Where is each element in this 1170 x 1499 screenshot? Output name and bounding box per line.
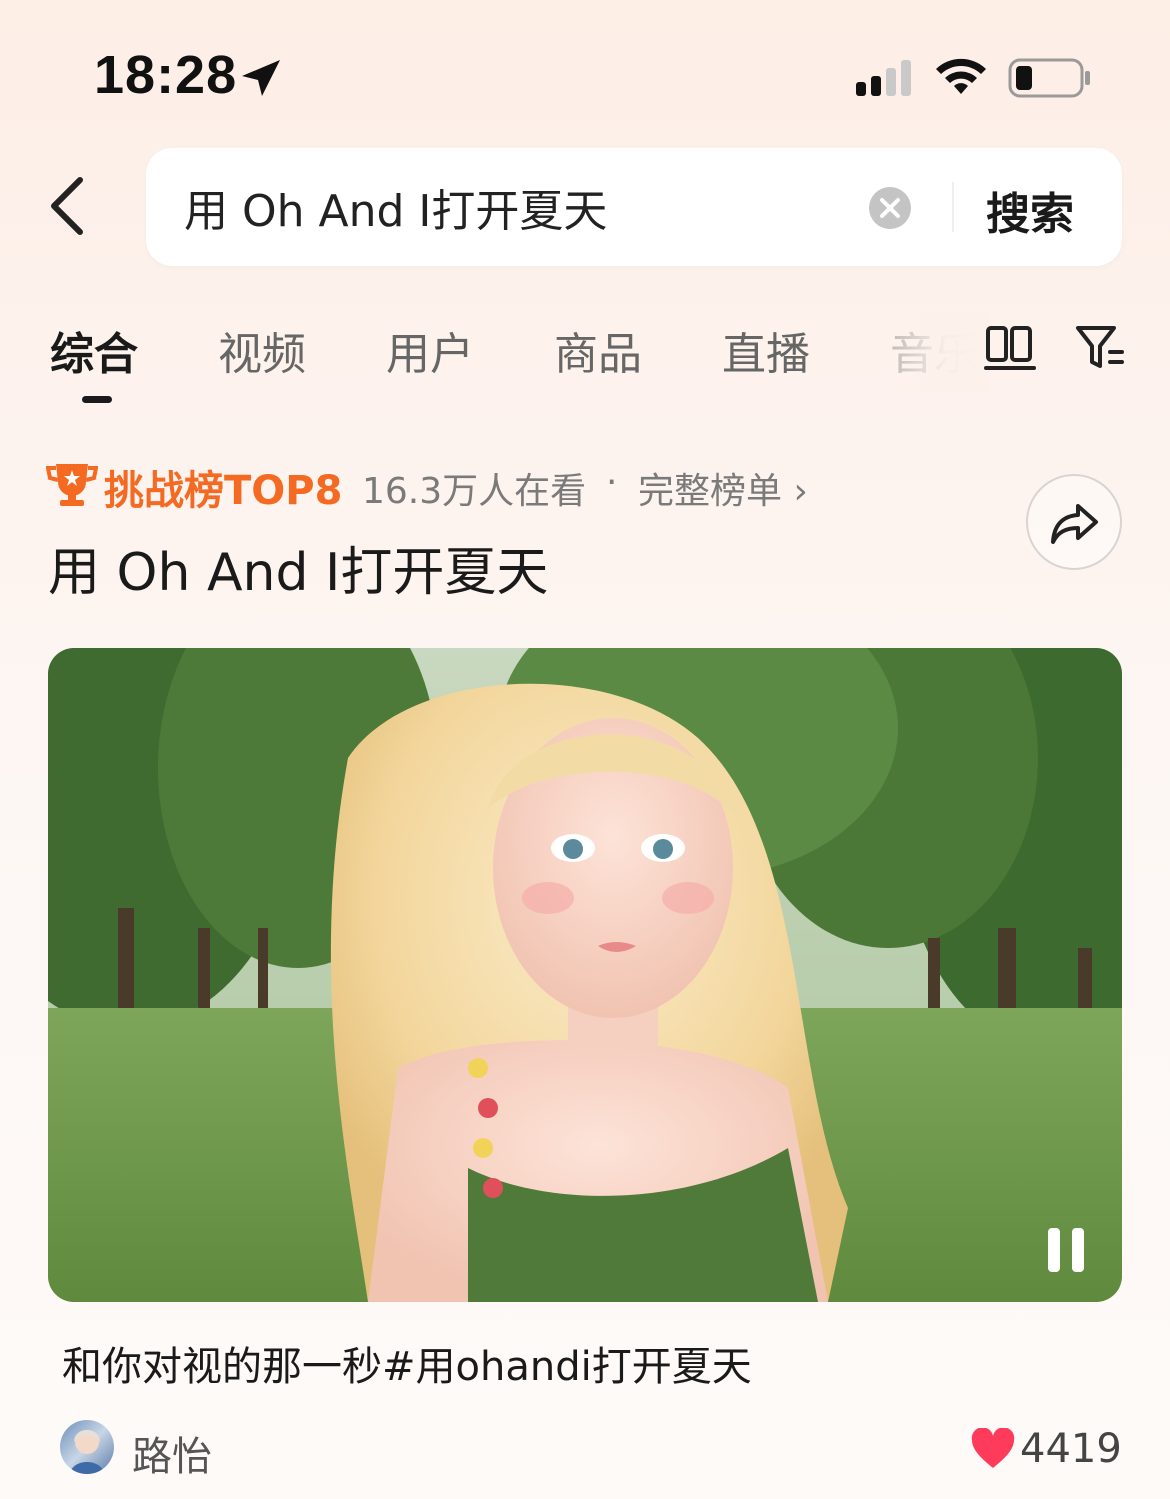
full-list-link[interactable]: 完整榜单 › [638, 462, 808, 514]
status-bar: 18:28 [0, 0, 1170, 150]
share-arrow-icon [1051, 504, 1098, 544]
tab-live[interactable]: 直播 [722, 318, 810, 382]
challenge-rank-badge[interactable]: 挑战榜TOP8 [104, 458, 342, 516]
video-caption[interactable]: 和你对视的那一秒#用ohandi打开夏天 [62, 1334, 752, 1392]
tab-fade-overlay [880, 312, 990, 392]
tab-users[interactable]: 用户 [386, 318, 474, 382]
share-button[interactable] [1026, 474, 1122, 570]
search-button[interactable]: 搜索 [986, 178, 1074, 242]
heart-icon[interactable] [970, 1428, 1016, 1470]
viewer-count: 16.3万人在看 [362, 471, 587, 512]
status-time: 18:28 [94, 45, 238, 105]
author-name[interactable]: 路怡 [132, 1424, 212, 1482]
tab-comprehensive[interactable]: 综合 [50, 318, 138, 382]
clear-icon[interactable] [868, 186, 912, 230]
filter-icon[interactable] [1074, 322, 1126, 374]
wifi-icon [936, 58, 986, 94]
tab-bar: 综合 视频 用户 商品 直播 音乐 [0, 312, 1170, 412]
back-button[interactable] [40, 170, 96, 242]
author-avatar[interactable] [60, 1420, 114, 1474]
like-count: 4419 [1020, 1426, 1122, 1472]
search-box[interactable]: 搜索 [146, 148, 1122, 266]
video-frame-image [48, 648, 1122, 1302]
search-input[interactable] [184, 174, 864, 240]
tab-products[interactable]: 商品 [554, 318, 642, 382]
battery-icon [1008, 58, 1090, 98]
cellular-signal-icon [856, 60, 911, 96]
search-divider [952, 182, 954, 232]
dual-column-icon[interactable] [984, 322, 1036, 374]
tab-videos[interactable]: 视频 [218, 318, 306, 382]
challenge-title: 用 Oh And I打开夏天 [48, 543, 549, 603]
separator-dot: · [606, 462, 618, 503]
video-thumbnail[interactable] [48, 648, 1122, 1302]
pause-icon[interactable] [1048, 1228, 1088, 1274]
avatar-image [70, 1430, 104, 1474]
location-arrow-icon [242, 60, 280, 96]
trophy-icon [46, 464, 98, 506]
active-tab-indicator [82, 396, 112, 403]
